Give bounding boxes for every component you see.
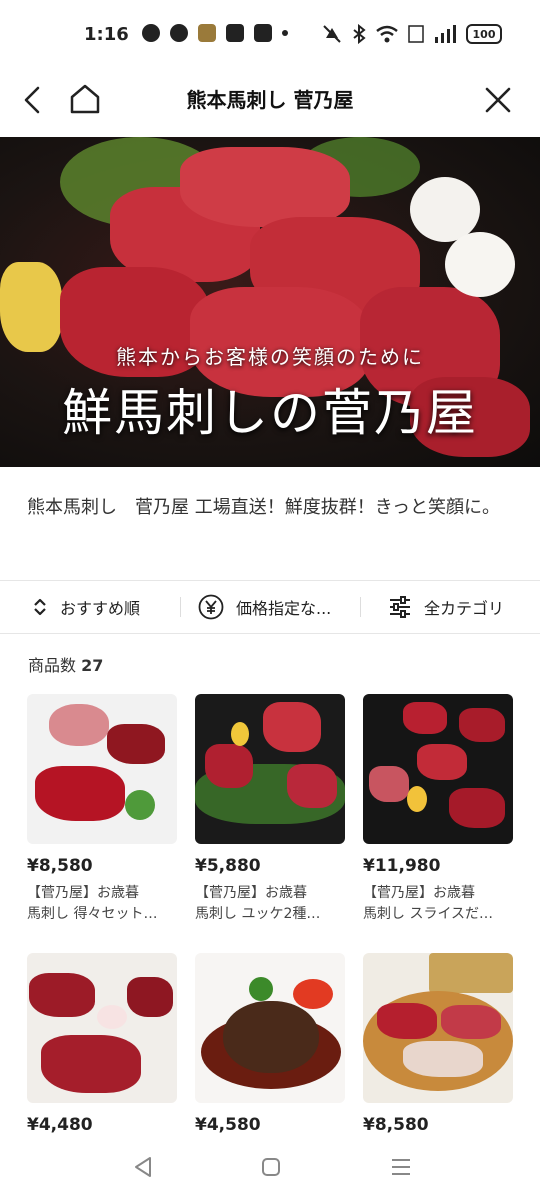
product-price: ¥5,880	[195, 856, 261, 876]
product-image	[195, 694, 345, 844]
sort-label: おすすめ順	[60, 599, 141, 618]
chat-icon	[142, 24, 160, 42]
product-name: 【菅乃屋】お歳暮 馬刺し ユッケ2種…	[195, 885, 321, 922]
system-icons: 100	[322, 24, 502, 44]
notification-icons	[142, 24, 288, 42]
status-bar: 1:16 100	[0, 0, 540, 70]
product-count: 商品数 27	[28, 652, 103, 676]
product-image	[195, 953, 345, 1103]
meat-shape	[41, 1035, 141, 1093]
nav-recents-icon[interactable]	[386, 1152, 416, 1182]
product-image	[363, 694, 513, 844]
shop-banner[interactable]: 熊本からお客様の笑顔のために 鮮馬刺しの菅乃屋	[0, 137, 540, 467]
mute-icon	[323, 25, 341, 43]
app-header: 熊本馬刺し 菅乃屋	[0, 70, 540, 132]
product-count-value: 27	[81, 656, 104, 675]
battery-indicator: 100	[466, 24, 502, 44]
banner-subtitle: 熊本からお客様の笑顔のために	[116, 345, 424, 369]
radish-shape	[97, 1005, 127, 1029]
meat-shape	[107, 724, 165, 764]
tomato-shape	[293, 979, 333, 1009]
filter-divider	[180, 597, 181, 617]
meat-shape	[449, 788, 505, 828]
meat-shape	[29, 973, 95, 1017]
meat-shape	[403, 702, 447, 734]
horse-icon	[198, 24, 216, 42]
meat-shape	[287, 764, 337, 808]
back-icon[interactable]	[16, 82, 52, 118]
box-shape	[429, 953, 513, 993]
product-image	[27, 694, 177, 844]
category-label: 全カテゴリ	[424, 599, 505, 618]
banner-meat-slice	[180, 147, 350, 227]
price-filter[interactable]: 価格指定な...	[198, 581, 331, 633]
line-icon	[170, 24, 188, 42]
signal-icon	[435, 25, 456, 43]
close-icon[interactable]	[480, 82, 516, 118]
meat-shape	[377, 1003, 437, 1039]
shop-description: 熊本馬刺し 菅乃屋 工場直送！鮮度抜群！きっと笑顔に。	[27, 497, 500, 518]
more-dot-icon	[282, 30, 288, 36]
product-card[interactable]: ¥4,480	[27, 953, 177, 1142]
nav-back-icon[interactable]	[128, 1152, 158, 1182]
status-time: 1:16	[84, 24, 129, 45]
product-price: ¥4,480	[27, 1115, 93, 1135]
meat-shape	[403, 1041, 483, 1077]
sort-icon	[34, 598, 46, 616]
product-card[interactable]: ¥8,580 【菅乃屋】お歳暮 馬刺し 得々セット…	[27, 694, 177, 925]
meat-shape	[441, 1005, 501, 1039]
product-name: 【菅乃屋】お歳暮 馬刺し スライスだ…	[363, 885, 494, 922]
product-price: ¥8,580	[27, 856, 93, 876]
meat-shape	[263, 702, 321, 752]
product-image	[363, 953, 513, 1103]
product-price: ¥4,580	[195, 1115, 261, 1135]
banner-title: 鮮馬刺しの菅乃屋	[62, 384, 478, 442]
price-label: 価格指定な...	[236, 599, 332, 618]
product-name: 【菅乃屋】お歳暮 馬刺し 得々セット…	[27, 885, 158, 922]
system-nav-bar	[0, 1138, 540, 1200]
garnish-shape	[231, 722, 249, 746]
product-image	[27, 953, 177, 1103]
product-count-label: 商品数	[28, 656, 77, 675]
meat-shape	[369, 766, 409, 802]
banner-ginger	[0, 262, 62, 352]
product-price: ¥8,580	[363, 1115, 429, 1135]
product-price: ¥11,980	[363, 856, 441, 876]
meat-shape	[417, 744, 467, 780]
volte-icon	[408, 25, 424, 43]
meat-shape	[49, 704, 109, 746]
home-icon[interactable]	[66, 80, 104, 118]
nav-home-icon[interactable]	[256, 1152, 286, 1182]
meat-shape	[127, 977, 173, 1017]
category-filter[interactable]: 全カテゴリ	[388, 581, 504, 633]
product-card[interactable]: ¥8,580	[363, 953, 513, 1142]
product-card[interactable]: ¥5,880 【菅乃屋】お歳暮 馬刺し ユッケ2種…	[195, 694, 345, 925]
meat-shape	[35, 766, 125, 821]
filter-sliders-icon	[390, 596, 410, 618]
filter-bar: おすすめ順 価格指定な... 全カテゴリ	[0, 580, 540, 634]
product-card[interactable]: ¥4,580	[195, 953, 345, 1142]
mail-icon	[254, 24, 272, 42]
wifi-icon	[376, 25, 398, 43]
filter-divider	[360, 597, 361, 617]
product-card[interactable]: ¥11,980 【菅乃屋】お歳暮 馬刺し スライスだ…	[363, 694, 513, 925]
hamburg-shape	[223, 1001, 319, 1073]
bluetooth-icon	[353, 24, 366, 44]
herb-shape	[125, 790, 155, 820]
banner-flower	[445, 232, 515, 297]
sort-dropdown[interactable]: おすすめ順	[32, 581, 140, 633]
meat-shape	[459, 708, 505, 742]
meat-shape	[205, 744, 253, 788]
yen-icon	[198, 594, 224, 620]
gmail-icon	[226, 24, 244, 42]
garnish-shape	[407, 786, 427, 812]
broccoli-shape	[249, 977, 273, 1001]
